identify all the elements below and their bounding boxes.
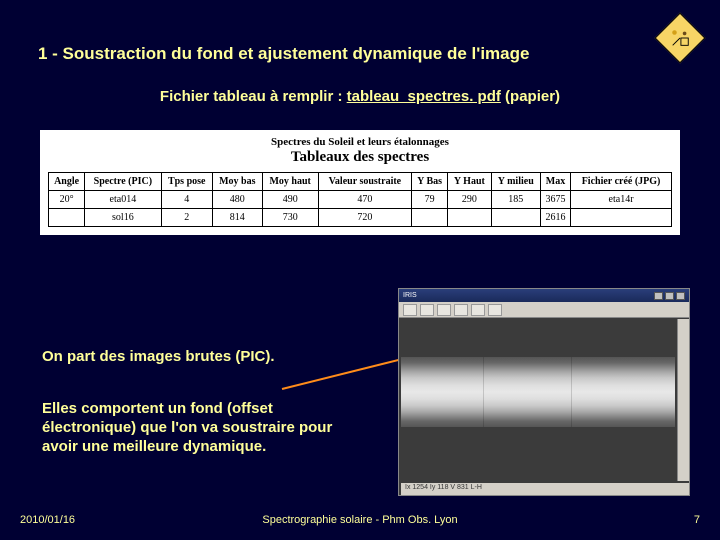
window-status-bar: Ix 1254 Iy 118 V 831 L-H: [401, 483, 689, 495]
table-cell: sol16: [85, 209, 161, 227]
table-header-cell: Tps pose: [161, 173, 212, 191]
table-row: sol162814730720 2616: [49, 209, 672, 227]
table-cell: [571, 209, 672, 227]
footer-center: Spectrographie solaire - Phm Obs. Lyon: [0, 514, 720, 526]
table-cell: 4: [161, 191, 212, 209]
table-header-cell: Y Bas: [412, 173, 448, 191]
arrow-annotation: [282, 357, 409, 390]
logo-icon: [655, 13, 706, 64]
subtitle-suffix: (papier): [501, 88, 560, 105]
window-titlebar: IRIS: [399, 289, 689, 302]
table-header-cell: Y milieu: [491, 173, 540, 191]
table-header-cell: Moy haut: [262, 173, 318, 191]
table-cell: 814: [212, 209, 262, 227]
table-header-cell: Max: [540, 173, 570, 191]
window-controls[interactable]: [654, 292, 685, 300]
table-cell: 3675: [540, 191, 570, 209]
toolbar-button[interactable]: [420, 304, 434, 316]
slide-subtitle: Fichier tableau à remplir : tableau_spec…: [0, 88, 720, 105]
slide-footer: 2010/01/16 Spectrographie solaire - Phm …: [0, 514, 720, 526]
table-cell: 480: [212, 191, 262, 209]
table-cell: 79: [412, 191, 448, 209]
table-header-cell: Fichier créé (JPG): [571, 173, 672, 191]
table-header-cell: Angle: [49, 173, 85, 191]
window-toolbar[interactable]: [399, 302, 689, 318]
toolbar-button[interactable]: [454, 304, 468, 316]
body-text-2: Elles comportent un fond (offset électro…: [42, 400, 342, 456]
table-cell: 290: [448, 191, 491, 209]
table-cell: eta14r: [571, 191, 672, 209]
table-heading-line2: Tableaux des spectres: [48, 149, 672, 166]
table-cell: 2616: [540, 209, 570, 227]
table-cell: [448, 209, 491, 227]
table-cell: [412, 209, 448, 227]
table-cell: [49, 209, 85, 227]
table-cell: 2: [161, 209, 212, 227]
image-viewer-window: IRIS Ix 1254 Iy 118 V 831 L-H: [398, 288, 690, 496]
table-row: 20°eta0144480490470792901853675eta14r: [49, 191, 672, 209]
spectra-table: AngleSpectre (PIC)Tps poseMoy basMoy hau…: [48, 172, 672, 227]
spectrum-canvas: [401, 319, 675, 481]
table-cell: [491, 209, 540, 227]
subtitle-link: tableau_spectres. pdf: [347, 88, 501, 105]
slide-title: 1 - Soustraction du fond et ajustement d…: [38, 44, 529, 64]
table-cell: 470: [318, 191, 411, 209]
table-header-cell: Y Haut: [448, 173, 491, 191]
toolbar-button[interactable]: [471, 304, 485, 316]
scrollbar-vertical[interactable]: [677, 319, 689, 481]
body-text-1: On part des images brutes (PIC).: [42, 348, 275, 365]
table-cell: 720: [318, 209, 411, 227]
toolbar-button[interactable]: [437, 304, 451, 316]
toolbar-button[interactable]: [403, 304, 417, 316]
table-header-cell: Moy bas: [212, 173, 262, 191]
table-cell: eta014: [85, 191, 161, 209]
toolbar-button[interactable]: [488, 304, 502, 316]
table-header-cell: Spectre (PIC): [85, 173, 161, 191]
table-cell: 20°: [49, 191, 85, 209]
table-cell: 185: [491, 191, 540, 209]
table-heading: Spectres du Soleil et leurs étalonnages …: [48, 136, 672, 166]
spectrum-band: [401, 357, 675, 427]
table-header-cell: Valeur soustraite: [318, 173, 411, 191]
table-cell: 730: [262, 209, 318, 227]
table-cell: 490: [262, 191, 318, 209]
subtitle-prefix: Fichier tableau à remplir :: [160, 88, 347, 105]
window-title-text: IRIS: [403, 292, 417, 299]
table-heading-line1: Spectres du Soleil et leurs étalonnages: [48, 136, 672, 148]
data-table-panel: Spectres du Soleil et leurs étalonnages …: [40, 130, 680, 235]
